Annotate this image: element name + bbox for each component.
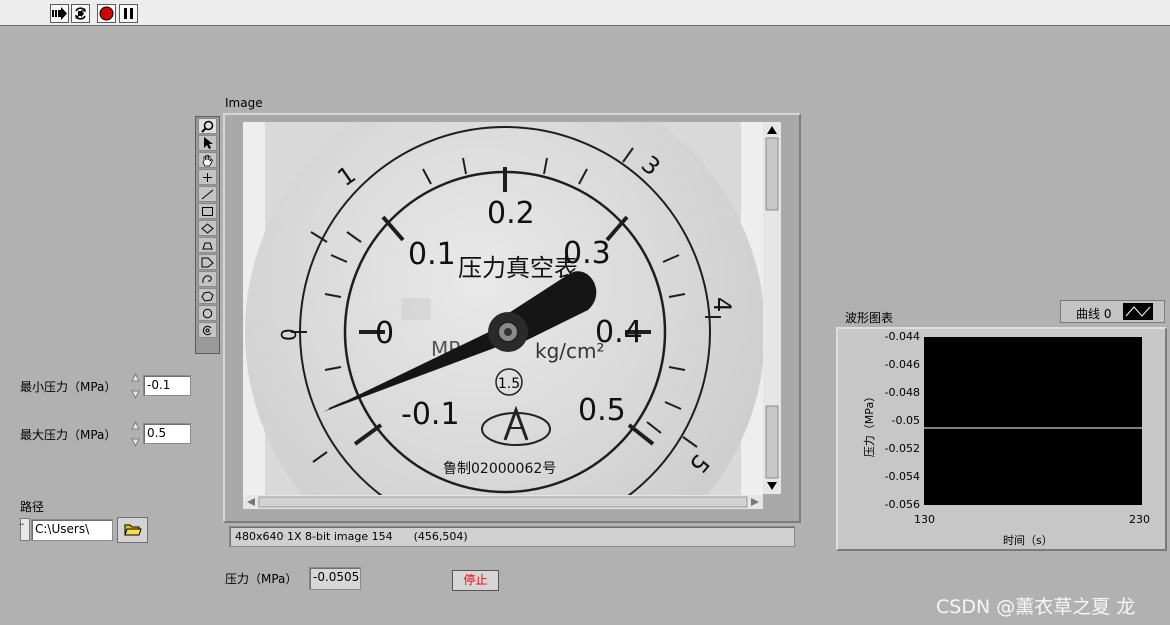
zoom-tool-icon[interactable] xyxy=(198,118,217,134)
gauge-unit-right: kg/cm² xyxy=(535,339,605,363)
annulus-tool-icon[interactable] xyxy=(198,237,217,253)
image-horizontal-scrollbar[interactable] xyxy=(243,495,763,509)
gauge-tick-label: -0.1 xyxy=(401,397,460,432)
watermark-text: CSDN @薰衣草之夏 龙 xyxy=(936,596,1136,618)
freehand-region-tool-icon[interactable] xyxy=(198,288,217,304)
gauge-tick-label: 0.5 xyxy=(578,393,626,428)
abort-stop-icon[interactable] xyxy=(97,4,116,23)
gauge-image[interactable]: 0.1 0.2 0.3 0.4 0.5 -0.1 0 压力真空表 MPa kg/… xyxy=(243,122,763,495)
stop-button[interactable]: 停止 xyxy=(452,570,499,591)
max-pressure-spinner-icon[interactable] xyxy=(130,420,141,448)
image-display-label: Image xyxy=(225,96,263,110)
legend-line-style-icon xyxy=(1123,303,1153,320)
pan-hand-tool-icon[interactable] xyxy=(198,152,217,168)
min-pressure-label: 最小压力（MPa） xyxy=(20,380,117,394)
polygon-tool-icon[interactable] xyxy=(198,254,217,270)
gauge-cert-text: 鲁制02000062号 xyxy=(443,461,556,477)
freehand-tool-icon[interactable] xyxy=(198,271,217,287)
y-tick-label: -0.046 xyxy=(884,358,920,371)
y-axis-label: 压力（MPa） xyxy=(863,390,876,458)
min-pressure-input[interactable]: -0.1 xyxy=(143,375,191,396)
x-axis-label: 时间（s） xyxy=(1003,534,1053,547)
stop-button-label: 停止 xyxy=(463,573,488,587)
path-input[interactable]: C:\Users\ xyxy=(31,519,113,541)
oval-tool-icon[interactable] xyxy=(198,305,217,321)
gauge-tick-label: 0.1 xyxy=(408,237,456,272)
plot-area[interactable] xyxy=(924,337,1142,505)
gauge-tick-label: 0.2 xyxy=(487,196,535,231)
x-tick-label: 230 xyxy=(1129,513,1150,526)
browse-folder-button[interactable] xyxy=(117,517,148,543)
max-pressure-label: 最大压力（MPa） xyxy=(20,428,117,442)
image-tools-palette xyxy=(195,116,220,354)
image-vertical-scrollbar[interactable] xyxy=(763,122,781,494)
legend-series-label: 曲线 0 xyxy=(1076,307,1112,321)
line-tool-icon[interactable] xyxy=(198,186,217,202)
run-continuously-icon[interactable] xyxy=(71,4,90,23)
pressure-indicator: -0.0505 xyxy=(309,567,361,590)
chart-title: 波形图表 xyxy=(845,311,894,325)
path-label: 路径 xyxy=(20,500,45,514)
chart-legend[interactable]: 曲线 0 xyxy=(1060,300,1165,323)
rectangle-tool-icon[interactable] xyxy=(198,203,217,219)
pointer-tool-icon[interactable] xyxy=(198,135,217,151)
point-tool-icon[interactable] xyxy=(198,169,217,185)
image-status-bar: 480x640 1X 8-bit image 154 (456,504) xyxy=(229,526,795,547)
gauge-title: 压力真空表 xyxy=(458,254,578,282)
pause-icon[interactable] xyxy=(119,4,138,23)
y-tick-label: -0.056 xyxy=(884,498,920,511)
rotated-rectangle-tool-icon[interactable] xyxy=(198,220,217,236)
toolbar xyxy=(0,0,1170,26)
gauge-class-mark: 1.5 xyxy=(498,376,520,392)
min-pressure-spinner-icon[interactable] xyxy=(130,372,141,400)
arc-tool-icon[interactable] xyxy=(198,322,217,338)
path-prefix-indicator[interactable]: ፟ xyxy=(20,518,30,541)
y-tick-label: -0.044 xyxy=(884,330,920,343)
gauge-outer-scale-label: 0 xyxy=(277,328,301,341)
x-tick-label: 130 xyxy=(914,513,935,526)
pressure-label: 压力（MPa） xyxy=(225,572,298,586)
max-pressure-input[interactable]: 0.5 xyxy=(143,423,191,444)
gauge-outer-scale-label: 4 xyxy=(708,297,736,312)
gauge-tick-label: 0 xyxy=(375,316,394,351)
run-arrow-icon[interactable] xyxy=(50,4,69,23)
open-folder-icon xyxy=(123,524,142,536)
